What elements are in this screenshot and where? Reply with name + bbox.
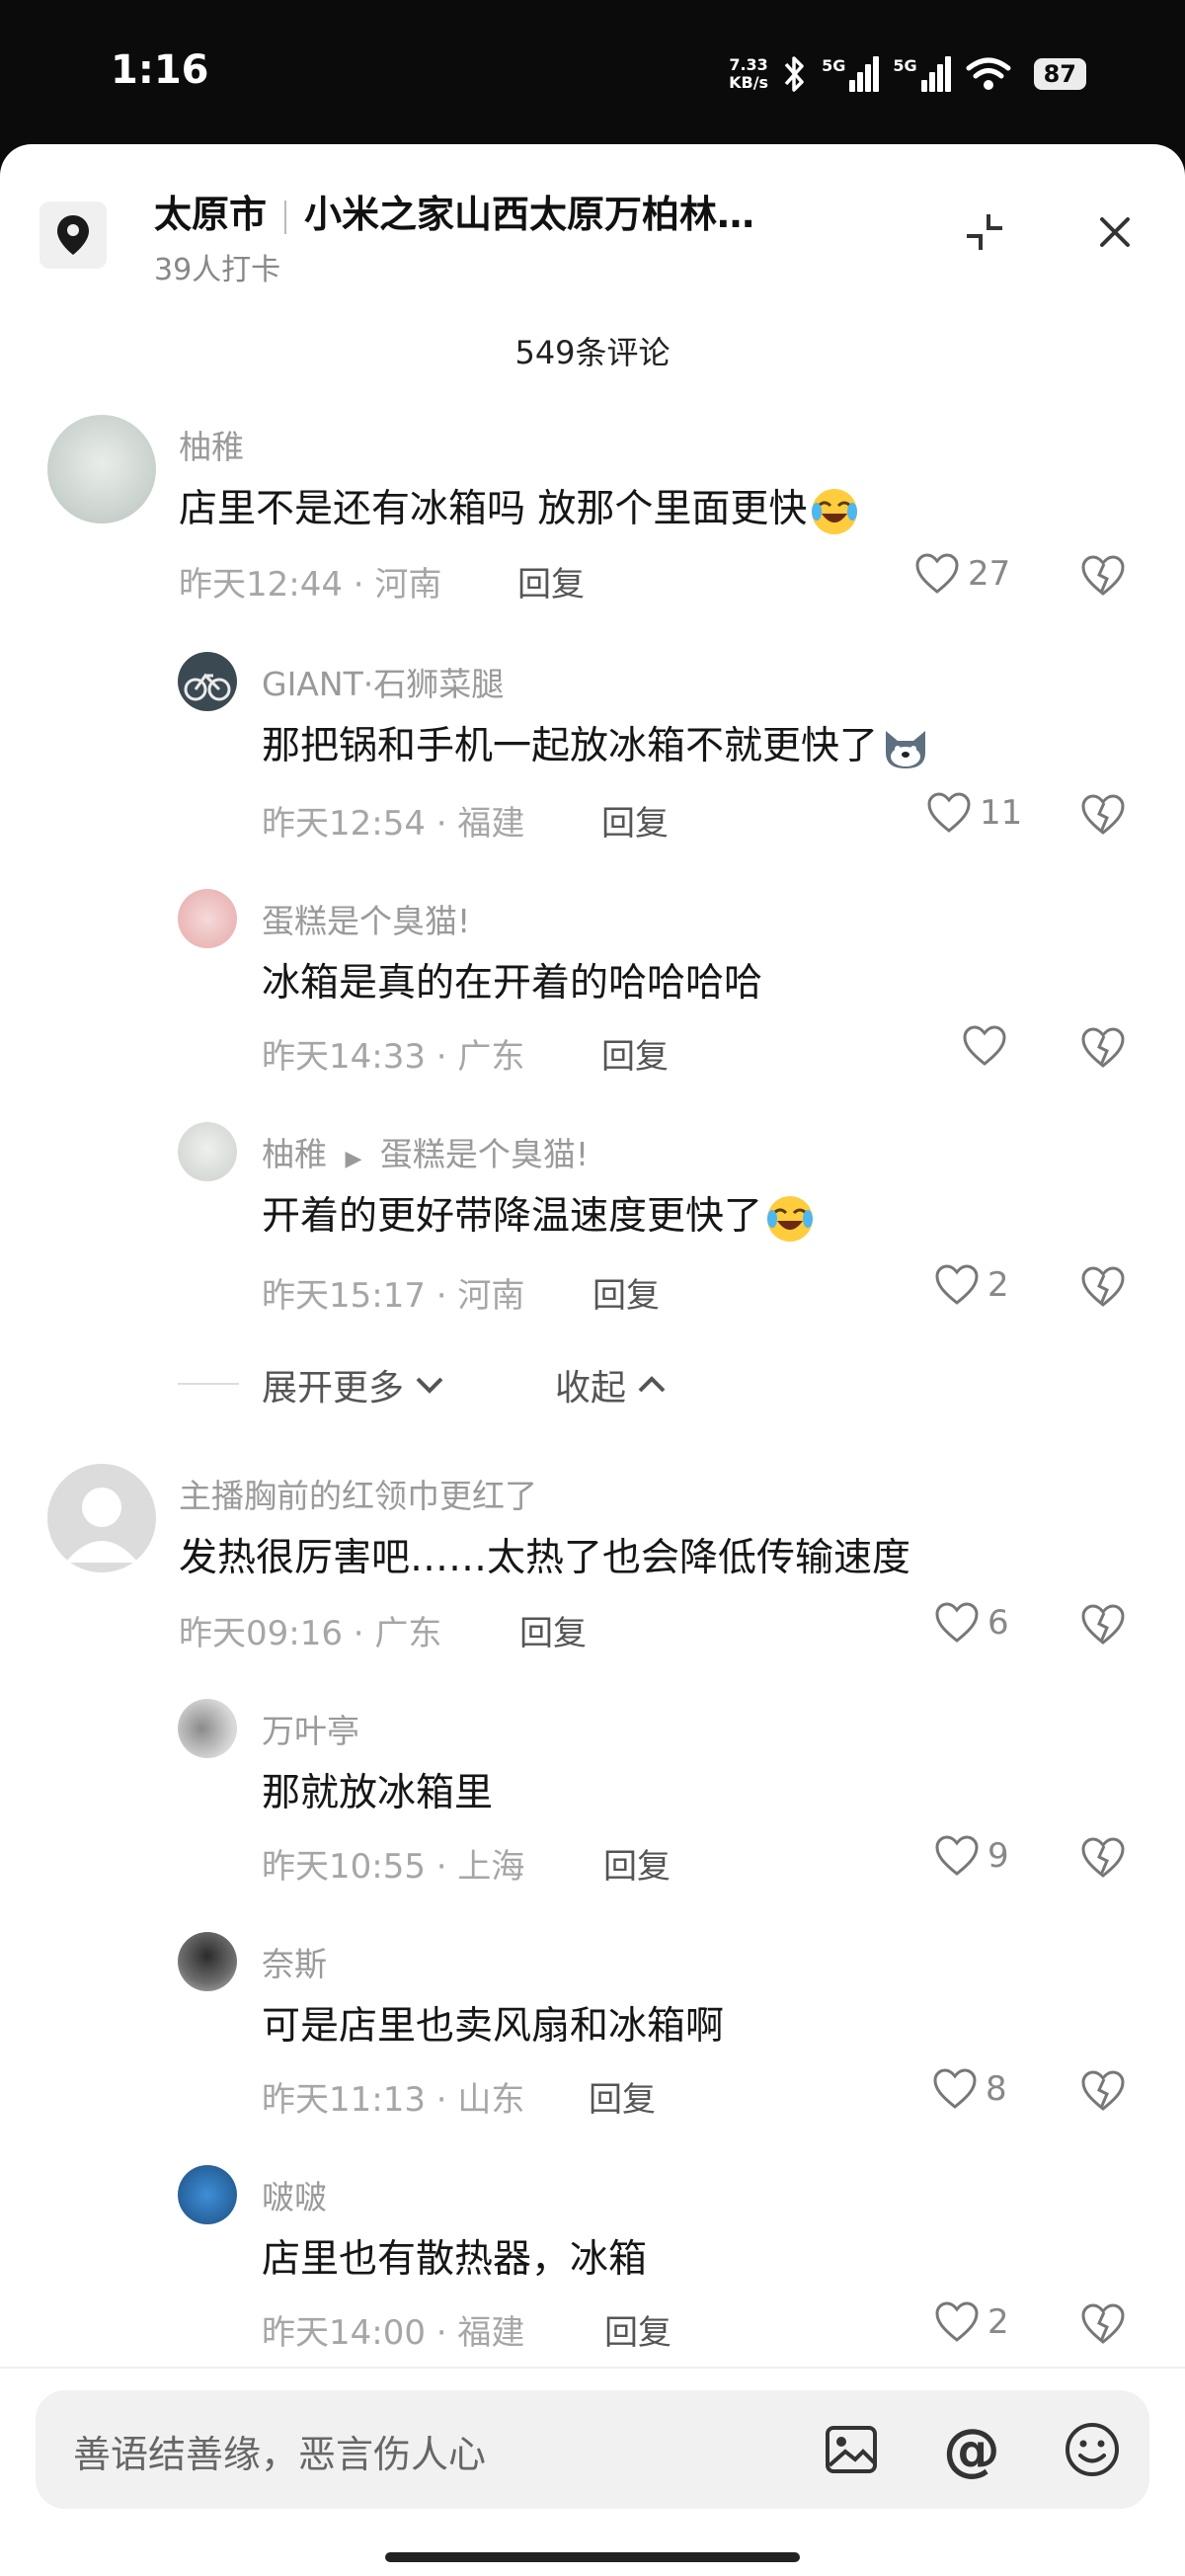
network-speed: 7.33 KB/s [729, 55, 769, 92]
comment-username[interactable]: GIANT·石狮菜腿 [262, 658, 504, 705]
heart-icon [927, 792, 971, 833]
heart-icon [963, 1025, 1006, 1066]
comment-text: 那就放冰箱里 [262, 1771, 494, 1815]
dislike-icon[interactable] [1080, 1837, 1126, 1879]
reply-arrow-icon: ▶ [345, 1147, 362, 1171]
dislike-icon[interactable] [1080, 1604, 1126, 1646]
reply-button[interactable]: 回复 [604, 2305, 672, 2354]
avatar[interactable] [178, 652, 237, 711]
wifi-icon [966, 57, 1011, 90]
avatar[interactable] [178, 889, 237, 948]
avatar[interactable] [178, 1122, 237, 1181]
comment-input-bar[interactable]: 善语结善缘，恶言伤人心 @ [36, 2390, 1149, 2509]
comment-text: 店里也有散热器，冰箱 [262, 2237, 648, 2282]
comment-meta: 昨天12:44 · 河南 [179, 565, 442, 604]
heart-icon [935, 1835, 979, 1876]
reply-button[interactable]: 回复 [589, 2072, 656, 2121]
mention-icon[interactable]: @ [942, 2420, 1001, 2479]
close-icon[interactable] [1090, 207, 1140, 257]
like-button[interactable]: 27 [914, 553, 1010, 595]
like-button[interactable] [962, 1025, 1015, 1067]
avatar[interactable] [47, 415, 156, 523]
minimize-icon[interactable] [960, 207, 1009, 257]
like-button[interactable]: 2 [934, 2301, 1009, 2343]
comments-sheet: 太原市 小米之家山西太原万柏林… 39人打卡 549条评论 柚稚 店里不是还有冰箱… [0, 144, 1185, 2576]
status-icons: 7.33 KB/s 5G 5G 87 [729, 49, 1086, 99]
reply-button[interactable]: 回复 [601, 1029, 669, 1078]
chevron-up-icon [638, 1376, 666, 1393]
like-button[interactable]: 6 [934, 1602, 1009, 1644]
laugh-cry-emoji-icon [767, 1195, 814, 1242]
battery-indicator: 87 [1033, 58, 1086, 90]
comment-username[interactable]: 万叶亭 [262, 1705, 359, 1752]
comment-text: 开着的更好带降温速度更快了 [262, 1185, 816, 1245]
comment-input[interactable]: 善语结善缘，恶言伤人心 [73, 2424, 486, 2478]
heart-icon [915, 553, 959, 594]
home-indicator[interactable] [385, 2552, 800, 2562]
avatar[interactable] [47, 1464, 156, 1572]
heart-icon [935, 1264, 979, 1305]
like-button[interactable]: 11 [926, 792, 1022, 834]
comment-username[interactable]: 啵啵 [262, 2171, 327, 2218]
comment-meta: 昨天11:13 · 山东 [262, 2080, 525, 2120]
signal-5g-icon: 5G [893, 56, 951, 92]
avatar[interactable] [178, 1932, 237, 1991]
comment-meta: 昨天15:17 · 河南 [262, 1276, 525, 1316]
thread-divider [178, 1383, 239, 1385]
laugh-cry-emoji-icon [812, 488, 858, 534]
reply-button[interactable]: 回复 [592, 1268, 660, 1317]
collapse-button[interactable]: 收起 [555, 1359, 668, 1410]
comment-count: 549条评论 [514, 334, 671, 371]
heart-icon [935, 1602, 979, 1643]
status-bar: 1:16 7.33 KB/s 5G 5G 87 [0, 0, 1185, 148]
location-title[interactable]: 太原市 小米之家山西太原万柏林… [154, 184, 754, 238]
avatar[interactable] [178, 2165, 237, 2224]
dog-emoji-icon [886, 730, 926, 768]
comment-text: 店里不是还有冰箱吗 放那个里面更快 [179, 478, 860, 537]
chevron-down-icon [416, 1377, 443, 1394]
comment-username[interactable]: 奈斯 [262, 1938, 327, 1985]
heart-icon [933, 2068, 977, 2109]
reply-button[interactable]: 回复 [519, 1606, 587, 1654]
divider [0, 2367, 1185, 2369]
reply-button[interactable]: 回复 [601, 796, 669, 845]
comment-username[interactable]: 柚稚 [179, 421, 244, 468]
avatar[interactable] [178, 1699, 237, 1758]
clock: 1:16 [111, 47, 209, 93]
like-button[interactable]: 8 [932, 2068, 1007, 2110]
bluetooth-icon [784, 56, 804, 92]
dislike-icon[interactable] [1080, 1027, 1126, 1069]
comment-text: 冰箱是真的在开着的哈哈哈哈 [262, 961, 763, 1006]
emoji-icon[interactable] [1063, 2420, 1122, 2479]
location-pin-icon[interactable] [40, 201, 107, 269]
reply-button[interactable]: 回复 [517, 557, 585, 605]
expand-more-button[interactable]: 展开更多 [262, 1359, 445, 1410]
checkin-count: 39人打卡 [154, 253, 281, 287]
dislike-icon[interactable] [1080, 2303, 1126, 2345]
like-button[interactable]: 9 [934, 1835, 1009, 1877]
comment-meta: 昨天10:55 · 上海 [262, 1847, 525, 1887]
comment-text: 可是店里也卖风扇和冰箱啊 [262, 2004, 725, 2049]
comment-text: 那把锅和手机一起放冰箱不就更快了 [262, 715, 931, 774]
like-button[interactable]: 2 [934, 1264, 1009, 1306]
comment-text: 发热很厉害吧……太热了也会降低传输速度 [179, 1536, 911, 1580]
comment-meta: 昨天12:54 · 福建 [262, 804, 525, 844]
dislike-icon[interactable] [1080, 1266, 1126, 1308]
comment-meta: 昨天14:33 · 广东 [262, 1037, 525, 1077]
image-icon[interactable] [822, 2420, 881, 2479]
dislike-icon[interactable] [1080, 2070, 1126, 2112]
dislike-icon[interactable] [1080, 555, 1126, 597]
reply-button[interactable]: 回复 [603, 1839, 671, 1888]
signal-5g-icon: 5G [822, 56, 880, 92]
comment-username[interactable]: 主播胸前的红领巾更红了 [179, 1470, 537, 1517]
comment-meta: 昨天09:16 · 广东 [179, 1614, 442, 1653]
heart-icon [935, 2301, 979, 2342]
dislike-icon[interactable] [1080, 794, 1126, 836]
comment-meta: 昨天14:00 · 福建 [262, 2313, 525, 2353]
comment-username[interactable]: 柚稚 ▶ 蛋糕是个臭猫! [262, 1128, 589, 1175]
comment-username[interactable]: 蛋糕是个臭猫! [262, 895, 470, 942]
